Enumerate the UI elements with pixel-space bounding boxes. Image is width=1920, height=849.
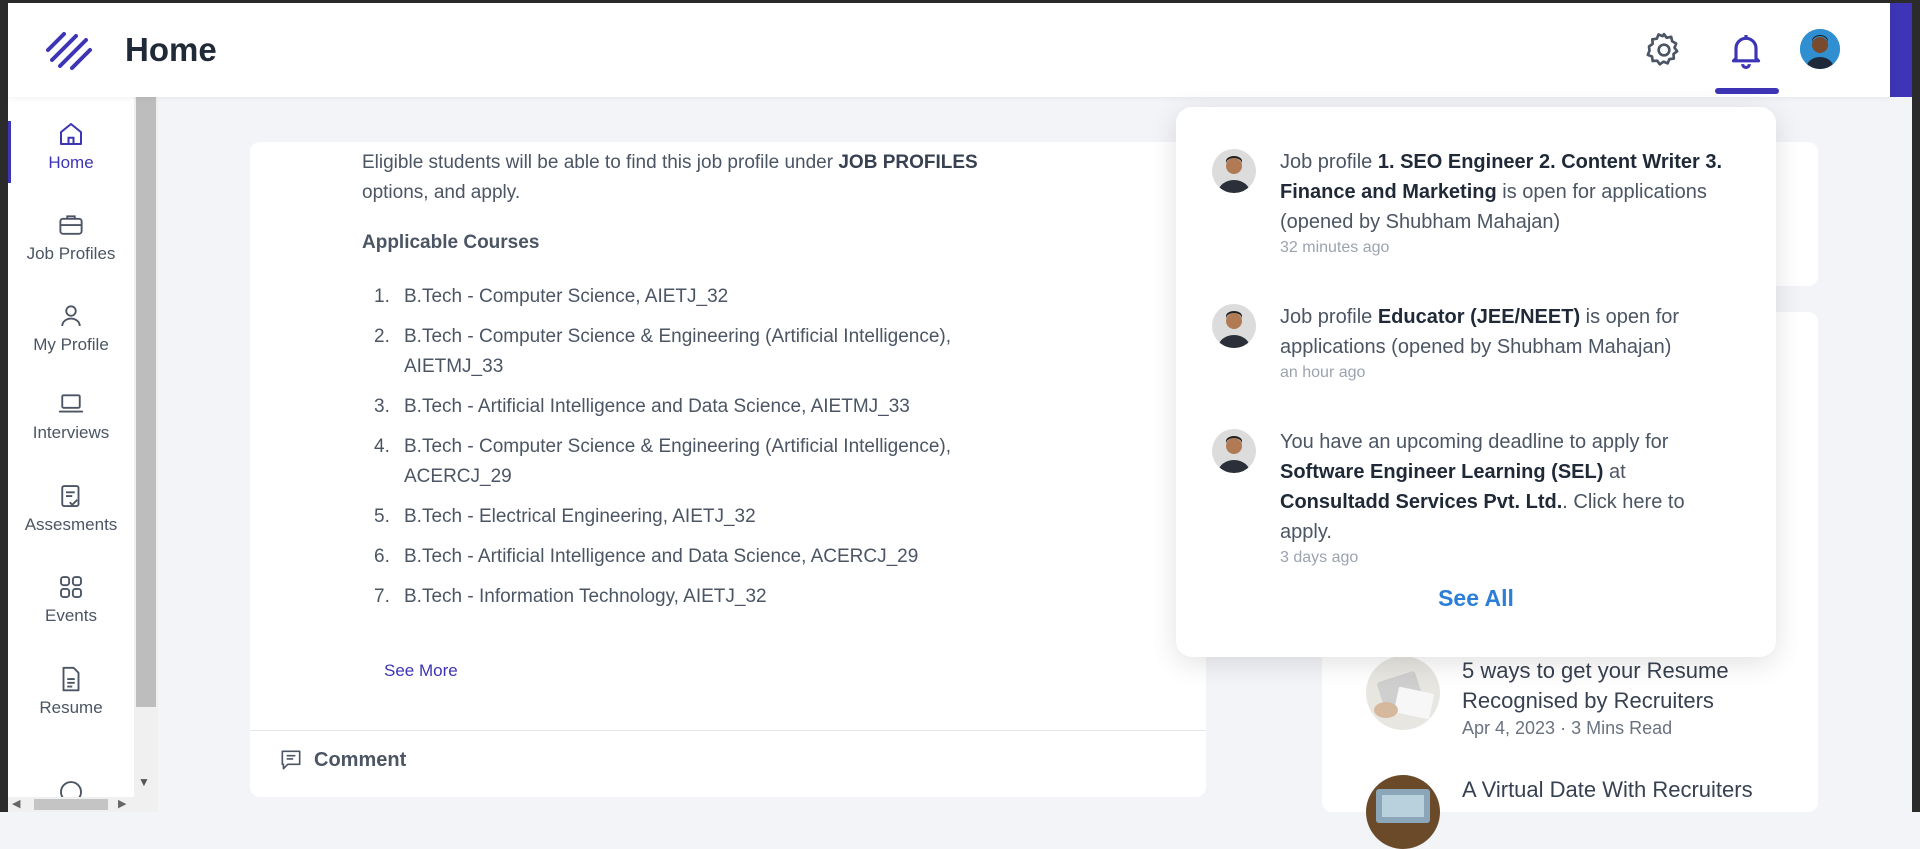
bell-icon[interactable] (1726, 30, 1766, 70)
sidebar-item-label: Assesments (24, 515, 118, 534)
blog-title: A Virtual Date With Recruiters (1462, 777, 1753, 802)
grid-icon (60, 576, 82, 598)
course-number: 4. (374, 436, 390, 457)
list-item: 5. B.Tech - Electrical Engineering, AIETJ… (362, 502, 1002, 532)
notification-highlight: Consultadd Services Pvt. Ltd. (1280, 491, 1563, 513)
notification-text: You have an upcoming deadline to apply f… (1280, 431, 1669, 453)
list-item: 7. B.Tech - Information Technology, AIETJ… (362, 582, 1002, 612)
laptop-icon (58, 394, 84, 413)
sidebar-item-label: Resume (39, 698, 103, 717)
list-item: 4. B.Tech - Computer Science & Engineerin… (362, 432, 1002, 492)
sidebar-item-interviews[interactable]: Interviews (8, 389, 134, 443)
scroll-down-arrow-icon[interactable]: ▼ (138, 775, 150, 789)
notification-message: You have an upcoming deadline to apply f… (1280, 427, 1740, 547)
logo-icon[interactable] (44, 28, 94, 72)
notifications-dropdown: Job profile 1. SEO Engineer 2. Content W… (1176, 107, 1776, 657)
post-intro-prefix: Eligible students will be able to find t… (362, 152, 839, 173)
course-text: B.Tech - Computer Science, AIETJ_32 (404, 286, 729, 307)
comment-label: Comment (314, 748, 407, 771)
course-text: B.Tech - Electrical Engineering, AIETJ_3… (404, 506, 756, 527)
blog-thumbnail (1366, 656, 1440, 730)
notification-time: 3 days ago (1280, 549, 1359, 566)
clipboard-check-icon (61, 485, 80, 507)
scroll-right-arrow-icon[interactable]: ▶ (118, 797, 126, 810)
course-text: B.Tech - Artificial Intelligence and Dat… (404, 396, 910, 417)
notification-time: an hour ago (1280, 364, 1366, 381)
course-text: B.Tech - Information Technology, AIETJ_3… (404, 586, 767, 607)
blog-thumbnail (1366, 775, 1440, 849)
blog-item[interactable]: 5 ways to get your Resume Recognised by … (1366, 656, 1782, 739)
bell-active-indicator (1715, 88, 1779, 94)
course-text: B.Tech - Computer Science & Engineering … (404, 436, 952, 487)
post-intro-suffix: options, and apply. (362, 182, 521, 203)
sidebar-item-my-profile[interactable]: My Profile (8, 301, 134, 355)
course-number: 1. (374, 286, 390, 307)
home-icon (60, 123, 82, 145)
post-intro-bold: JOB PROFILES (838, 152, 978, 173)
avatar (1212, 429, 1256, 473)
user-icon (61, 305, 81, 327)
gear-icon[interactable] (1644, 30, 1684, 70)
list-item: 1. B.Tech - Computer Science, AIETJ_32 (362, 282, 1002, 312)
sidebar-item-label: My Profile (33, 335, 109, 354)
notification-message: Job profile 1. SEO Engineer 2. Content W… (1280, 147, 1740, 237)
sidebar-item-label: Job Profiles (26, 244, 116, 263)
side-accent-strip (1890, 3, 1912, 97)
scroll-left-arrow-icon[interactable]: ◀ (12, 797, 20, 810)
sidebar-scrollbar-thumb[interactable] (136, 97, 156, 707)
sidebar-item-label: Home (48, 153, 94, 172)
sidebar-item-label: Events (45, 606, 97, 625)
course-number: 2. (374, 326, 390, 347)
comment-icon (281, 750, 301, 770)
notification-time: 32 minutes ago (1280, 239, 1390, 256)
horizontal-scrollbar-thumb[interactable] (34, 799, 108, 810)
top-header: Home (8, 3, 1890, 97)
see-more-link[interactable]: See More (384, 661, 458, 681)
sidebar-item-events[interactable]: Events (8, 572, 134, 626)
post-intro-text: Eligible students will be able to find t… (362, 148, 1022, 208)
notification-item[interactable]: Job profile 1. SEO Engineer 2. Content W… (1212, 147, 1742, 257)
sidebar-item-job-profiles[interactable]: Job Profiles (8, 210, 134, 264)
sidebar-item-assesments[interactable]: Assesments (8, 481, 134, 535)
notification-message: Job profile Educator (JEE/NEET) is open … (1280, 302, 1740, 362)
courses-heading: Applicable Courses (362, 232, 540, 253)
course-text: B.Tech - Artificial Intelligence and Dat… (404, 546, 919, 567)
sidebar-item-label: Interviews (32, 423, 110, 442)
job-post-card: Eligible students will be able to find t… (250, 142, 1206, 797)
blog-title: 5 ways to get your Resume Recognised by … (1462, 658, 1729, 713)
comment-button[interactable]: Comment (278, 747, 406, 773)
list-item: 6. B.Tech - Artificial Intelligence and D… (362, 542, 1002, 572)
avatar[interactable] (1800, 29, 1840, 69)
avatar (1212, 149, 1256, 193)
see-all-link[interactable]: See All (1176, 585, 1776, 612)
sidebar-item-resume[interactable]: Resume (8, 664, 134, 718)
blog-meta: Apr 4, 2023 · 3 Mins Read (1462, 718, 1673, 738)
divider (250, 730, 1206, 731)
sidebar-item-home[interactable]: Home (8, 119, 134, 173)
notification-text: Job profile (1280, 151, 1378, 173)
list-item: 2. B.Tech - Computer Science & Engineerin… (362, 322, 1002, 382)
briefcase-icon (59, 215, 83, 235)
blog-item[interactable]: A Virtual Date With Recruiters (1366, 775, 1782, 849)
document-icon (62, 666, 80, 692)
notification-item[interactable]: You have an upcoming deadline to apply f… (1212, 427, 1742, 567)
sidebar: Home Job Profiles My Profile Interviews … (8, 97, 134, 812)
courses-list: 1. B.Tech - Computer Science, AIETJ_32 2.… (362, 282, 1002, 622)
avatar (1212, 304, 1256, 348)
page-title: Home (125, 31, 217, 68)
course-number: 3. (374, 396, 390, 417)
course-number: 5. (374, 506, 390, 527)
course-number: 7. (374, 586, 390, 607)
notification-item[interactable]: Job profile Educator (JEE/NEET) is open … (1212, 302, 1742, 382)
course-number: 6. (374, 546, 390, 567)
notification-highlight: Educator (JEE/NEET) (1377, 306, 1581, 328)
course-text: B.Tech - Computer Science & Engineering … (404, 326, 952, 377)
notification-text: at (1603, 461, 1626, 483)
notification-highlight: Software Engineer Learning (SEL) (1280, 461, 1604, 483)
notification-text: Job profile (1280, 306, 1378, 328)
list-item: 3. B.Tech - Artificial Intelligence and D… (362, 392, 1002, 422)
